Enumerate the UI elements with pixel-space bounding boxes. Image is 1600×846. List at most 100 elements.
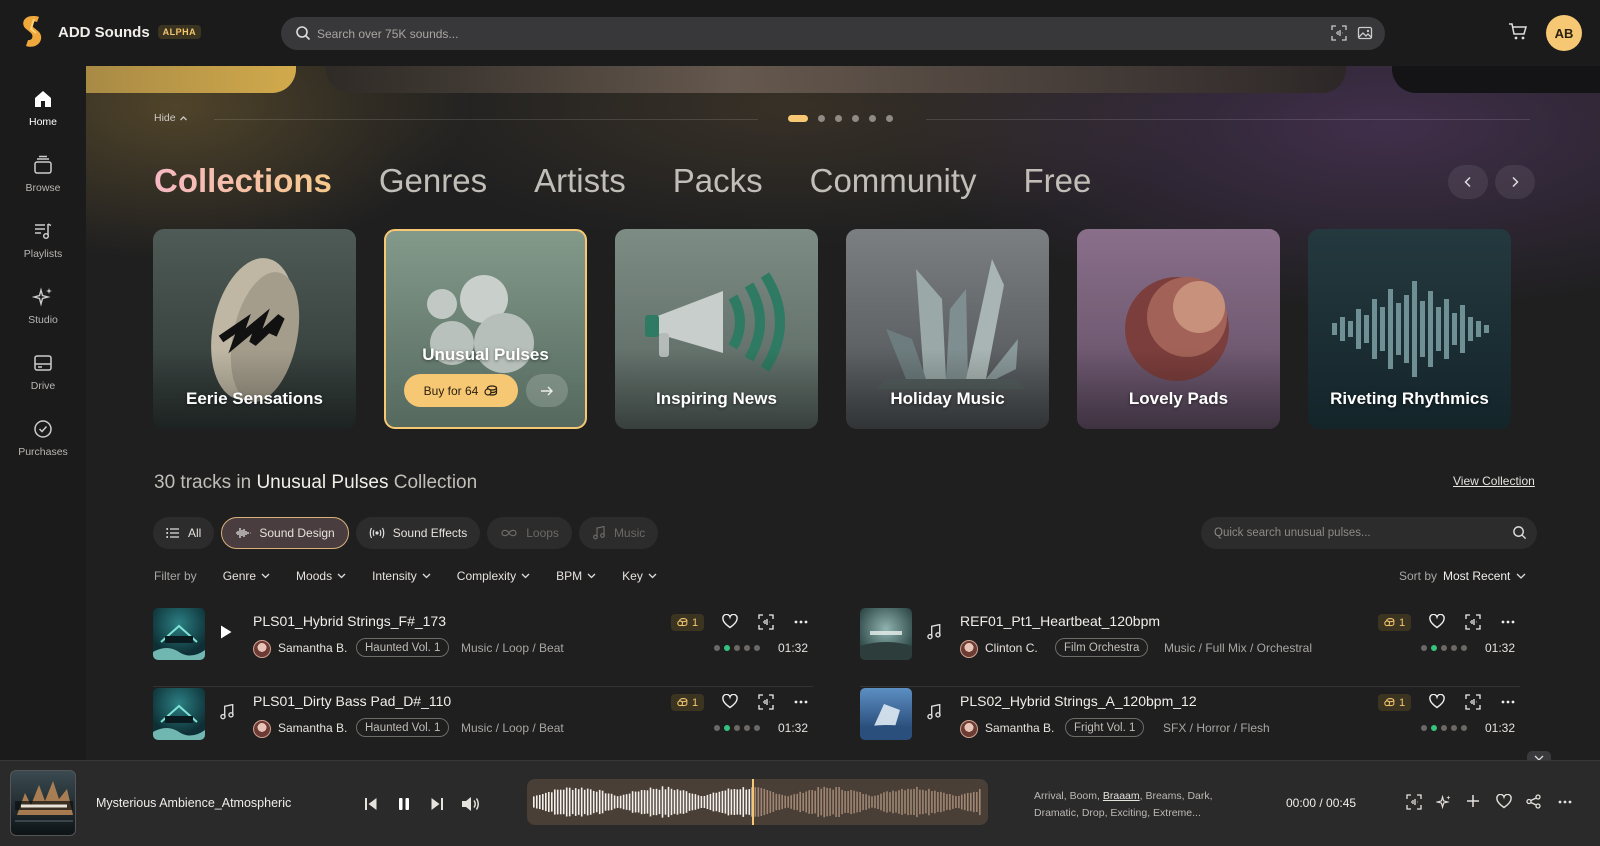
filter-intensity[interactable]: Intensity (372, 569, 431, 583)
sidebar-item-drive[interactable]: Drive (0, 352, 86, 408)
track-name[interactable]: PLS02_Hybrid Strings_A_120bpm_12 (960, 693, 1197, 709)
global-search[interactable] (281, 17, 1385, 50)
volume-icon[interactable] (461, 796, 481, 812)
sidebar-item-purchases[interactable]: Purchases (0, 418, 86, 474)
music-note-icon[interactable] (219, 704, 235, 720)
heart-icon[interactable] (1496, 794, 1512, 809)
track-name[interactable]: PLS01_Hybrid Strings_F#_173 (253, 613, 446, 629)
now-playing-title[interactable]: Mysterious Ambience_Atmospheric (96, 796, 291, 810)
brand[interactable]: ADD Sounds ALPHA (18, 14, 202, 50)
carousel-dot[interactable] (852, 115, 859, 122)
filter-key[interactable]: Key (622, 569, 657, 583)
user-avatar[interactable]: AB (1546, 15, 1582, 51)
card-riveting-rhythmics[interactable]: Riveting Rhythmics (1308, 229, 1511, 429)
scan-audio-icon[interactable] (1331, 25, 1347, 41)
type-tab-all[interactable]: All (153, 517, 215, 549)
type-tab-sound-design[interactable]: Sound Design (221, 517, 349, 549)
music-note-icon[interactable] (926, 624, 942, 640)
track-album-badge[interactable]: Haunted Vol. 1 (356, 718, 450, 737)
more-icon[interactable] (1501, 620, 1515, 624)
sidebar-item-browse[interactable]: Browse (0, 154, 86, 210)
heart-icon[interactable] (722, 614, 738, 629)
quick-search[interactable] (1201, 517, 1537, 549)
card-holiday-music[interactable]: Holiday Music (846, 229, 1049, 429)
sidebar-item-home[interactable]: Home (0, 88, 86, 144)
sparkle-icon[interactable] (1436, 794, 1452, 810)
track-album-badge[interactable]: Haunted Vol. 1 (356, 638, 450, 657)
price-value: 1 (692, 696, 699, 709)
track-name[interactable]: REF01_Pt1_Heartbeat_120bpm (960, 613, 1160, 629)
skip-back-icon[interactable] (365, 797, 377, 811)
tag-highlight[interactable]: Braaam (1103, 790, 1140, 802)
tab-genres[interactable]: Genres (379, 162, 487, 200)
heart-icon[interactable] (722, 694, 738, 709)
track-album-badge[interactable]: Fright Vol. 1 (1065, 718, 1145, 737)
carousel-dot[interactable] (818, 115, 825, 122)
heart-icon[interactable] (1429, 694, 1445, 709)
quick-search-input[interactable] (1214, 517, 1504, 549)
card-unusual-pulses[interactable]: Unusual Pulses Buy for 64 (384, 229, 587, 429)
carousel-dot[interactable] (788, 115, 808, 122)
more-icon[interactable] (794, 620, 808, 624)
filter-bpm[interactable]: BPM (556, 569, 596, 583)
more-icon[interactable] (794, 700, 808, 704)
plus-icon[interactable] (1466, 794, 1480, 808)
open-collection-button[interactable] (526, 374, 568, 407)
more-icon[interactable] (1501, 700, 1515, 704)
hero-banner-left[interactable] (86, 66, 296, 93)
carousel-dot[interactable] (869, 115, 876, 122)
tab-artists[interactable]: Artists (534, 162, 626, 200)
scan-audio-icon[interactable] (758, 614, 774, 630)
hero-banner-right[interactable] (1392, 66, 1600, 93)
image-search-icon[interactable] (1357, 25, 1373, 41)
cart-icon[interactable] (1508, 23, 1528, 41)
track-artist[interactable]: Samantha B. (278, 641, 347, 655)
filter-complexity[interactable]: Complexity (457, 569, 530, 583)
track-artist[interactable]: Samantha B. (985, 721, 1054, 735)
card-inspiring-news[interactable]: Inspiring News (615, 229, 818, 429)
card-lovely-pads[interactable]: Lovely Pads (1077, 229, 1280, 429)
track-name[interactable]: PLS01_Dirty Bass Pad_D#_110 (253, 693, 451, 709)
track-row[interactable]: PLS01_Dirty Bass Pad_D#_110 Samantha B. … (153, 686, 815, 742)
prev-button[interactable] (1448, 165, 1488, 199)
play-icon[interactable] (219, 624, 233, 640)
type-tab-loops[interactable]: Loops (487, 517, 572, 549)
card-eerie-sensations[interactable]: Eerie Sensations (153, 229, 356, 429)
track-row[interactable]: PLS02_Hybrid Strings_A_120bpm_12 Samanth… (860, 686, 1522, 742)
hero-banner-center[interactable] (326, 66, 1346, 93)
track-row[interactable]: PLS01_Hybrid Strings_F#_173 Samantha B. … (153, 606, 815, 662)
tab-packs[interactable]: Packs (673, 162, 763, 200)
waveform-scrubber[interactable] (527, 779, 988, 825)
more-icon[interactable] (1558, 800, 1572, 804)
buy-button[interactable]: Buy for 64 (404, 374, 518, 407)
sort-control[interactable]: Sort by Most Recent (1399, 569, 1526, 583)
scan-audio-icon[interactable] (1465, 694, 1481, 710)
sidebar-item-studio[interactable]: Studio (0, 286, 86, 342)
track-row[interactable]: REF01_Pt1_Heartbeat_120bpm Clinton C. Fi… (860, 606, 1522, 662)
music-note-icon[interactable] (926, 704, 942, 720)
carousel-dot[interactable] (835, 115, 842, 122)
sidebar-item-playlists[interactable]: Playlists (0, 220, 86, 276)
type-tab-sound-effects[interactable]: Sound Effects (355, 517, 481, 549)
track-artist[interactable]: Clinton C. (985, 641, 1038, 655)
track-album-badge[interactable]: Film Orchestra (1055, 638, 1149, 657)
search-input[interactable] (317, 17, 1277, 50)
next-button[interactable] (1495, 165, 1535, 199)
type-tab-music[interactable]: Music (578, 517, 659, 549)
hide-hero-toggle[interactable]: Hide (154, 112, 188, 124)
filter-genre[interactable]: Genre (223, 569, 270, 583)
carousel-dot[interactable] (886, 115, 893, 122)
scan-audio-icon[interactable] (1465, 614, 1481, 630)
scan-audio-icon[interactable] (758, 694, 774, 710)
track-artist[interactable]: Samantha B. (278, 721, 347, 735)
tab-free[interactable]: Free (1024, 162, 1092, 200)
skip-forward-icon[interactable] (431, 797, 443, 811)
filter-moods[interactable]: Moods (296, 569, 346, 583)
share-icon[interactable] (1526, 794, 1541, 809)
tab-community[interactable]: Community (810, 162, 977, 200)
scan-audio-icon[interactable] (1406, 794, 1422, 810)
pause-icon[interactable] (398, 797, 410, 811)
heart-icon[interactable] (1429, 614, 1445, 629)
tab-collections[interactable]: Collections (154, 162, 332, 200)
view-collection-link[interactable]: View Collection (1453, 474, 1535, 488)
